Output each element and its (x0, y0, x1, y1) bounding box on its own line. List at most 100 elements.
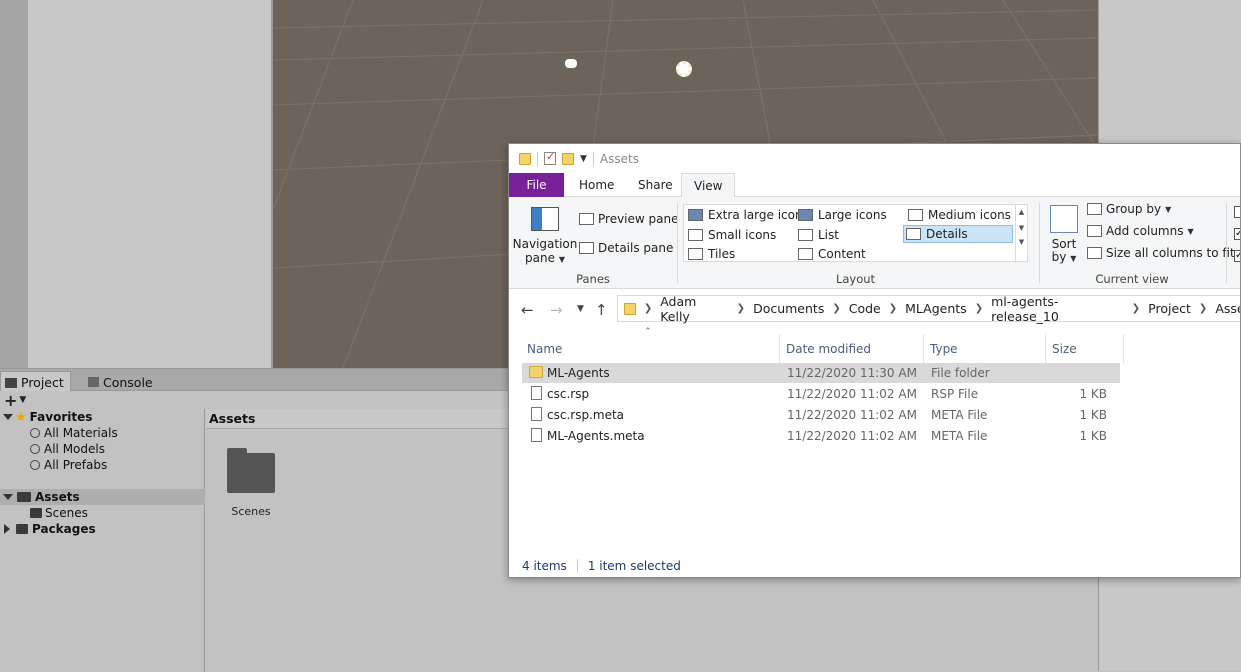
breadcrumb-item[interactable]: Documents (753, 301, 824, 316)
layout-medium-icons[interactable]: Medium icons (906, 206, 1011, 224)
breadcrumb-separator-icon[interactable]: ❯ (1132, 303, 1140, 314)
add-columns-label: Add columns (1106, 224, 1184, 238)
show-hide-checkbox[interactable]: ✓ (1234, 250, 1240, 262)
tree-item-all-materials[interactable]: All Materials (0, 425, 205, 441)
breadcrumb-separator-icon[interactable]: ❯ (644, 303, 652, 314)
asset-folder-scenes[interactable]: Scenes (225, 448, 277, 518)
file-row[interactable]: ML-Agents 11/22/2020 11:30 AM File folde… (522, 363, 1120, 383)
column-header-name[interactable]: Name (521, 334, 780, 364)
layout-content[interactable]: Content (796, 245, 866, 263)
add-button[interactable]: + (4, 391, 17, 410)
search-icon (30, 460, 40, 470)
column-header-type[interactable]: Type (924, 334, 1046, 364)
breadcrumb-item[interactable]: ml-agents-release_10 (991, 294, 1124, 324)
column-header-date[interactable]: Date modified (780, 334, 924, 364)
tab-file[interactable]: File (509, 173, 564, 197)
layout-extra-large-icons[interactable]: Extra large icons (686, 206, 809, 224)
breadcrumb[interactable]: ❯ Adam Kelly ❯ Documents ❯ Code ❯ MLAgen… (617, 294, 1240, 324)
recent-locations-icon[interactable]: ▼ (577, 304, 584, 314)
expand-arrow-icon[interactable] (3, 414, 13, 420)
layout-gallery-scroll[interactable]: ▲ ▼ ▼ (1015, 205, 1027, 263)
tab-share[interactable]: Share (626, 173, 685, 197)
list-icon (798, 229, 813, 241)
breadcrumb-item[interactable]: Code (849, 301, 881, 316)
search-icon (30, 444, 40, 454)
layout-label: List (818, 228, 839, 242)
layout-label: Large icons (818, 208, 887, 222)
file-row[interactable]: csc.rsp 11/22/2020 11:02 AM RSP File 1 K… (522, 384, 1120, 404)
tree-item-assets[interactable]: Assets (0, 489, 205, 505)
breadcrumb-separator-icon[interactable]: ❯ (737, 303, 745, 314)
item-count: 4 items (522, 559, 567, 573)
up-arrow-icon[interactable]: ↑ (595, 301, 608, 319)
collapse-arrow-icon[interactable] (4, 524, 10, 534)
breadcrumb-separator-icon[interactable]: ❯ (889, 303, 897, 314)
quick-access-dropdown-icon[interactable]: ▼ (580, 154, 587, 164)
tab-project[interactable]: Project (0, 371, 71, 391)
layout-details[interactable]: Details (903, 225, 1013, 243)
breadcrumb-item[interactable]: MLAgents (905, 301, 967, 316)
divider (592, 151, 594, 166)
forward-arrow-icon[interactable]: → (550, 301, 563, 319)
file-explorer-window: ▼ Assets File Home Share View Navigation… (508, 143, 1241, 578)
breadcrumb-item[interactable]: Assets (1215, 301, 1240, 316)
new-folder-icon[interactable] (562, 152, 574, 165)
layout-label: Tiles (708, 247, 736, 261)
back-arrow-icon[interactable]: ← (521, 301, 534, 319)
group-by-button[interactable]: Group by ▼ (1087, 202, 1171, 216)
asset-folder-label: Scenes (231, 505, 271, 518)
layout-label: Small icons (708, 228, 777, 242)
divider (576, 559, 578, 573)
tree-item-scenes[interactable]: Scenes (0, 505, 205, 521)
file-size: 1 KB (1079, 429, 1107, 443)
tab-view[interactable]: View (681, 173, 736, 198)
size-columns-icon (1087, 247, 1102, 259)
scroll-up-icon[interactable]: ▲ (1016, 208, 1027, 216)
light-gizmo-icon[interactable] (676, 61, 692, 77)
camera-gizmo-icon[interactable] (565, 59, 577, 68)
column-header-size[interactable]: Size (1046, 334, 1124, 364)
details-pane-label: Details pane (598, 241, 674, 255)
status-bar: 4 items 1 item selected (509, 555, 1240, 577)
expand-gallery-icon[interactable]: ▼ (1016, 238, 1027, 246)
tree-item-all-models[interactable]: All Models (0, 441, 205, 457)
tree-item-all-prefabs[interactable]: All Prefabs (0, 457, 205, 473)
tree-item-packages[interactable]: Packages (0, 521, 205, 537)
layout-small-icons[interactable]: Small icons (686, 226, 776, 244)
file-size: 1 KB (1079, 408, 1107, 422)
breadcrumb-separator-icon[interactable]: ❯ (832, 303, 840, 314)
layout-list[interactable]: List (796, 226, 839, 244)
tab-home[interactable]: Home (567, 173, 626, 197)
show-hide-checkbox[interactable]: ✓ (1234, 228, 1240, 240)
file-row[interactable]: csc.rsp.meta 11/22/2020 11:02 AM META Fi… (522, 405, 1120, 425)
add-columns-button[interactable]: Add columns ▼ (1087, 224, 1194, 238)
show-hide-checkbox[interactable] (1234, 206, 1240, 218)
group-label-layout: Layout (835, 272, 876, 286)
star-icon: ★ (15, 409, 27, 425)
sort-by-button[interactable]: Sort by ▼ (1047, 205, 1081, 264)
file-date: 11/22/2020 11:02 AM (787, 408, 917, 422)
properties-icon[interactable] (544, 150, 556, 165)
tiles-icon (688, 248, 703, 260)
breadcrumb-item[interactable]: Project (1148, 301, 1191, 316)
tab-console[interactable]: Console (84, 371, 159, 391)
layout-tiles[interactable]: Tiles (686, 245, 735, 263)
details-pane-button[interactable]: Details pane (579, 241, 673, 255)
file-date: 11/22/2020 11:30 AM (787, 366, 917, 380)
tree-item-favorites[interactable]: ★ Favorites (0, 409, 205, 425)
divider (1226, 203, 1227, 283)
file-row[interactable]: ML-Agents.meta 11/22/2020 11:02 AM META … (522, 426, 1120, 446)
breadcrumb-item[interactable]: Adam Kelly (660, 294, 728, 324)
chevron-down-icon[interactable]: ▼ (19, 395, 26, 405)
breadcrumb-separator-icon[interactable]: ❯ (975, 303, 983, 314)
expand-arrow-icon[interactable] (3, 494, 13, 500)
preview-pane-button[interactable]: Preview pane (579, 212, 678, 226)
folder-icon (5, 377, 17, 388)
size-all-columns-button[interactable]: Size all columns to fit (1087, 246, 1235, 260)
tab-console-label: Console (103, 374, 153, 390)
breadcrumb-separator-icon[interactable]: ❯ (1199, 303, 1207, 314)
title-bar: ▼ Assets (509, 144, 1240, 173)
scroll-down-icon[interactable]: ▼ (1016, 224, 1027, 232)
layout-large-icons[interactable]: Large icons (796, 206, 887, 224)
navigation-pane-button[interactable]: Navigation pane ▼ (513, 207, 577, 265)
